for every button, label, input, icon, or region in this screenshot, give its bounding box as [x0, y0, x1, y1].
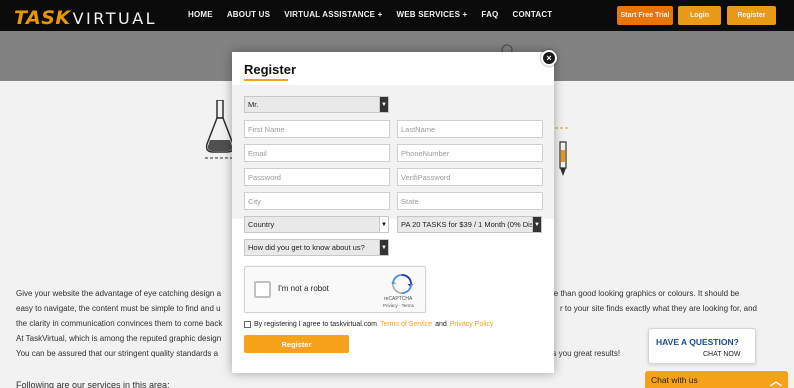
chevron-down-icon: ▼: [532, 217, 541, 232]
terms-agreement-row: By registering I agree to taskvirtual.co…: [244, 320, 493, 329]
city-input[interactable]: [244, 192, 390, 210]
plan-select[interactable]: PA 20 TASKS for $39 / 1 Month (0% Disco …: [397, 216, 542, 233]
password-input[interactable]: [244, 168, 390, 186]
country-value: Country: [248, 220, 275, 229]
chevron-down-icon: ▼: [379, 240, 388, 255]
register-submit-button[interactable]: Register: [244, 335, 349, 353]
chevron-down-icon: ▼: [379, 97, 388, 112]
phone-input[interactable]: [397, 144, 543, 162]
recaptcha-checkbox[interactable]: [254, 281, 271, 298]
modal-title: Register: [244, 62, 297, 77]
salutation-value: Mr.: [248, 100, 259, 109]
plan-value: PA 20 TASKS for $39 / 1 Month (0% Disco: [401, 220, 541, 229]
privacy-policy-link[interactable]: Privacy Policy: [450, 321, 494, 328]
recaptcha-label: I'm not a robot: [278, 284, 329, 293]
chevron-down-icon: ▼: [379, 217, 388, 232]
verify-password-input[interactable]: [397, 168, 543, 186]
chat-with-us-bar[interactable]: Chat with us ︿: [645, 371, 788, 388]
chat-now-label: CHAT NOW: [703, 351, 741, 358]
state-input[interactable]: [397, 192, 543, 210]
register-modal: Register × Mr. ▼ Country ▼ PA 20 TASKS f…: [232, 50, 557, 373]
salutation-select[interactable]: Mr. ▼: [244, 96, 389, 113]
first-name-input[interactable]: [244, 120, 390, 138]
referral-source-select[interactable]: How did you get to know about us? ▼: [244, 239, 389, 256]
terms-of-service-link[interactable]: Terms of Service: [380, 321, 432, 328]
terms-prefix-text: By registering I agree to taskvirtual.co…: [254, 321, 377, 328]
email-input[interactable]: [244, 144, 390, 162]
chevron-up-icon[interactable]: ︿: [770, 372, 782, 388]
title-underline: [244, 79, 288, 81]
close-icon[interactable]: ×: [541, 50, 557, 66]
last-name-input[interactable]: [397, 120, 543, 138]
recaptcha-widget: I'm not a robot reCAPTCHA Privacy - Term…: [244, 266, 426, 313]
chat-with-us-label: Chat with us: [651, 375, 698, 385]
terms-and-text: and: [435, 321, 447, 328]
referral-source-value: How did you get to know about us?: [248, 243, 365, 252]
recaptcha-brand: reCAPTCHA: [384, 296, 413, 302]
terms-checkbox[interactable]: [244, 321, 251, 328]
question-title: HAVE A QUESTION?: [656, 337, 739, 347]
country-select[interactable]: Country ▼: [244, 216, 389, 233]
have-a-question-widget[interactable]: HAVE A QUESTION? CHAT NOW: [648, 328, 756, 364]
recaptcha-links[interactable]: Privacy - Terms: [383, 303, 414, 308]
recaptcha-logo-icon: [391, 274, 413, 294]
